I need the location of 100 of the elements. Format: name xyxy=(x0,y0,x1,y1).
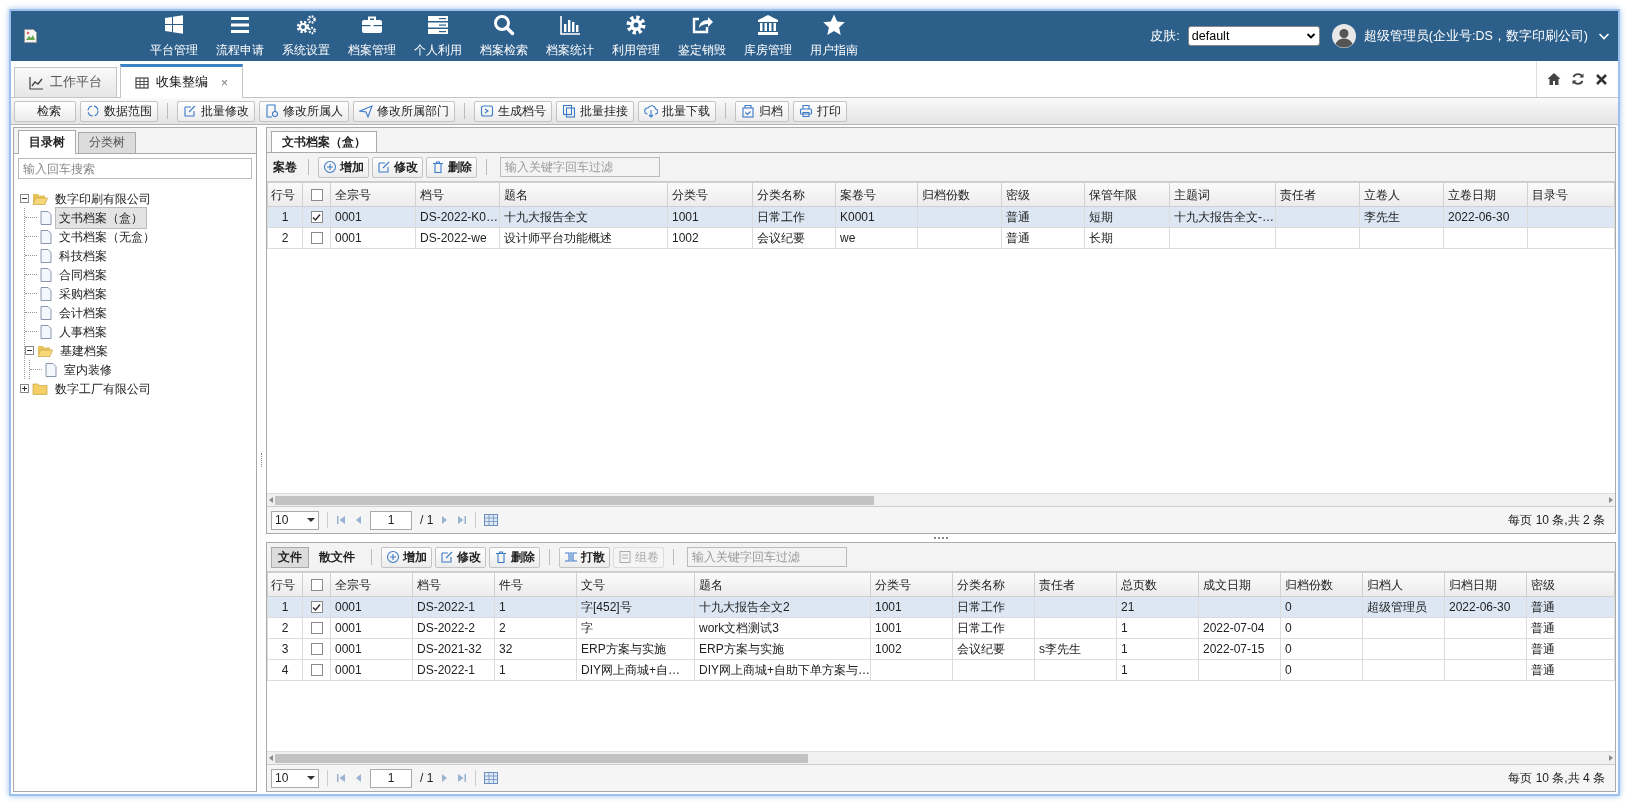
scrollbar[interactable] xyxy=(267,493,1615,506)
column-header[interactable]: 责任者 xyxy=(1275,182,1360,207)
toolbar-button[interactable]: 修改 xyxy=(435,546,486,568)
column-header[interactable]: 立卷日期 xyxy=(1443,182,1528,207)
page-field[interactable]: 1 xyxy=(370,510,412,530)
tab[interactable]: 散文件 xyxy=(312,546,362,568)
collapse-icon[interactable] xyxy=(20,194,29,203)
column-header[interactable]: 成文日期 xyxy=(1198,572,1281,597)
previous-page-icon[interactable] xyxy=(354,773,362,783)
column-header[interactable]: 题名 xyxy=(499,182,668,207)
checkbox[interactable] xyxy=(310,643,323,655)
toolbar-button[interactable]: 打散 xyxy=(559,546,610,568)
column-header[interactable]: 分类名称 xyxy=(752,182,836,207)
nav-item[interactable]: 库房管理 xyxy=(735,11,801,61)
last-page-icon[interactable] xyxy=(457,773,468,783)
refresh-icon[interactable] xyxy=(1571,72,1585,86)
toolbar-button[interactable]: 生成档号 xyxy=(474,100,552,122)
previous-page-icon[interactable] xyxy=(354,515,362,525)
scrollbar[interactable] xyxy=(267,751,1615,764)
column-header[interactable]: 分类号 xyxy=(870,572,953,597)
table-icon[interactable] xyxy=(484,772,499,784)
table-row[interactable]: 2 0001 DS-2022-we 设计师平台功能概述 1002 会议纪要 we 普通 长期 xyxy=(267,227,1615,249)
checkbox[interactable] xyxy=(310,622,323,634)
toolbar-button[interactable]: 批量挂接 xyxy=(556,100,634,122)
column-header[interactable]: 档号 xyxy=(412,572,495,597)
page-field[interactable]: 1 xyxy=(370,768,412,788)
filter-field[interactable]: 输入关键字回车过滤 xyxy=(500,157,660,177)
toolbar-button[interactable]: 删除 xyxy=(489,546,540,568)
nav-item[interactable]: 个人利用 xyxy=(405,11,471,61)
toolbar-button[interactable]: 修改 xyxy=(372,156,423,178)
home-icon[interactable] xyxy=(1547,72,1561,86)
column-header[interactable]: 目录号 xyxy=(1527,182,1615,207)
column-header[interactable]: 主题词 xyxy=(1169,182,1276,207)
nav-item[interactable]: 用户指南 xyxy=(801,11,867,61)
column-header[interactable]: 行号 xyxy=(267,182,303,207)
checkbox[interactable] xyxy=(310,211,323,223)
table-row[interactable]: 2 0001 DS-2022-2 2 字 work文档测试3 1001 日常工作 1 2022-07-04 0 普通 xyxy=(267,617,1615,639)
page-size-select[interactable]: 10 xyxy=(271,510,319,530)
nav-item[interactable]: 流程申请 xyxy=(207,11,273,61)
column-header[interactable]: 行号 xyxy=(267,572,303,597)
toolbar-button[interactable]: 归档 xyxy=(735,100,789,122)
nav-item[interactable]: 系统设置 xyxy=(273,11,339,61)
toolbar-button[interactable]: 删除 xyxy=(426,156,477,178)
nav-item[interactable]: 档案统计 xyxy=(537,11,603,61)
checkbox[interactable] xyxy=(310,601,323,613)
close-icon[interactable] xyxy=(1595,72,1608,86)
column-header[interactable]: 密级 xyxy=(1526,572,1615,597)
last-page-icon[interactable] xyxy=(457,515,468,525)
column-header[interactable]: 保管年限 xyxy=(1084,182,1170,207)
toolbar-button[interactable]: 批量下载 xyxy=(638,100,716,122)
checkbox[interactable] xyxy=(310,232,323,244)
column-header[interactable]: 档号 xyxy=(415,182,500,207)
toolbar-button[interactable]: 批量修改 xyxy=(177,100,255,122)
toolbar-button[interactable]: 数据范围 xyxy=(80,100,158,122)
first-page-icon[interactable] xyxy=(336,773,346,783)
column-header[interactable]: 归档日期 xyxy=(1444,572,1527,597)
user-name[interactable]: 超级管理员(企业号:DS，数字印刷公司) xyxy=(1363,26,1588,46)
nav-item[interactable]: 利用管理 xyxy=(603,11,669,61)
nav-item[interactable]: 鉴定销毁 xyxy=(669,11,735,61)
tab[interactable]: 工作平台 xyxy=(14,67,117,97)
table-icon[interactable] xyxy=(484,514,499,526)
table-row[interactable]: 4 0001 DS-2022-1 1 DIY网上商城+自… DIY网上商城+自助下单方案与… 1 0 普通 xyxy=(267,659,1615,681)
column-header[interactable]: 全宗号 xyxy=(330,182,416,207)
tree-item[interactable]: 会计档案 xyxy=(55,302,111,323)
column-header[interactable]: 分类号 xyxy=(667,182,753,207)
toolbar-button[interactable]: 增加 xyxy=(318,156,369,178)
tree-item[interactable]: 采购档案 xyxy=(55,283,111,304)
column-header[interactable]: 归档份数 xyxy=(917,182,1002,207)
tab[interactable]: 收集整编 × xyxy=(120,64,243,98)
column-header[interactable]: 责任者 xyxy=(1034,572,1117,597)
tree-item[interactable]: 文书档案（无盒） xyxy=(55,226,159,247)
toolbar-button[interactable]: 打印 xyxy=(793,100,847,122)
search-field[interactable]: 输入回车搜索 xyxy=(18,158,252,179)
tree-item[interactable]: 文书档案（盒） xyxy=(55,206,147,229)
filter-field[interactable]: 输入关键字回车过滤 xyxy=(687,547,847,567)
tree-item[interactable]: 人事档案 xyxy=(55,321,111,342)
expand-icon[interactable] xyxy=(20,384,29,393)
column-header[interactable]: 案卷号 xyxy=(835,182,918,207)
panel-tab[interactable]: 目录树 xyxy=(18,130,76,154)
column-header[interactable]: 题名 xyxy=(694,572,871,597)
panel-tab[interactable]: 分类树 xyxy=(78,132,136,153)
tab[interactable]: 文件 xyxy=(271,546,309,568)
toolbar-button[interactable]: 修改所属部门 xyxy=(353,100,455,122)
column-header[interactable]: 归档人 xyxy=(1362,572,1445,597)
nav-item[interactable]: 档案检索 xyxy=(471,11,537,61)
toolbar-button[interactable]: 增加 xyxy=(381,546,432,568)
nav-item[interactable]: 档案管理 xyxy=(339,11,405,61)
table-row[interactable]: 1 0001 DS-2022-1 1 字[452]号 十九大报告全文2 1001 日常工作 21 0 超级管理员 2022-06-30 普通 xyxy=(267,596,1615,618)
table-row[interactable]: 3 0001 DS-2021-32 32 ERP方案与实施 ERP方案与实施 1002 会议纪要 s李先生 1 2022-07-15 0 普通 xyxy=(267,638,1615,660)
close-tab-button[interactable]: × xyxy=(221,73,228,92)
checkbox[interactable] xyxy=(310,664,323,676)
column-header[interactable]: 立卷人 xyxy=(1359,182,1444,207)
nav-item[interactable]: 平台管理 xyxy=(141,11,207,61)
column-header[interactable]: 件号 xyxy=(494,572,577,597)
checkbox[interactable] xyxy=(310,188,323,201)
column-header[interactable]: 归档份数 xyxy=(1280,572,1363,597)
tree-item[interactable]: 基建档案 xyxy=(56,340,112,361)
column-header[interactable]: 总页数 xyxy=(1116,572,1199,597)
first-page-icon[interactable] xyxy=(336,515,346,525)
collapse-icon[interactable] xyxy=(25,346,34,355)
